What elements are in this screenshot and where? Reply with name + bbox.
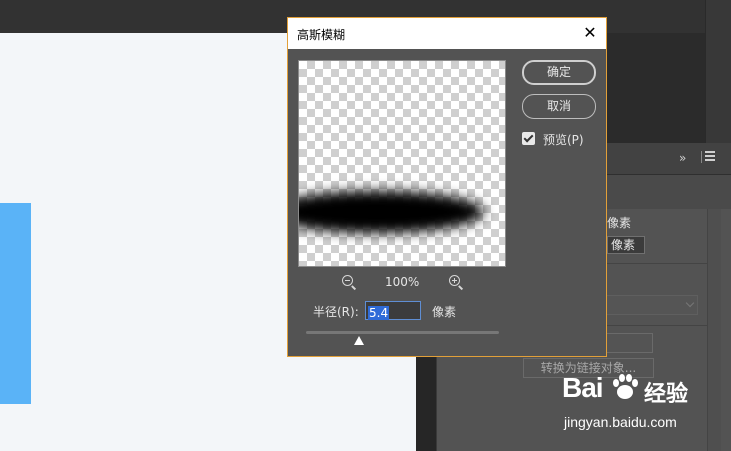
unit-label: 像素: [607, 216, 632, 230]
radius-value: 5.4: [368, 306, 390, 320]
zoom-controls: 100%: [298, 273, 506, 291]
collapse-panel-icon[interactable]: »: [679, 151, 686, 165]
watermark-url: jingyan.baidu.com: [564, 414, 677, 430]
paw-icon: [613, 374, 638, 399]
zoom-level: 100%: [385, 275, 420, 289]
dialog-titlebar[interactable]: 高斯模糊 ✕: [288, 18, 606, 49]
zoom-in-icon[interactable]: [449, 275, 464, 290]
watermark-logo: Bai: [562, 372, 604, 403]
properties-scrollbar[interactable]: [707, 209, 721, 451]
radius-input[interactable]: 5.4: [365, 301, 421, 320]
cancel-button[interactable]: 取消: [522, 94, 596, 119]
preview-checkbox[interactable]: [522, 132, 535, 145]
right-toolbar-strip: [705, 0, 731, 143]
unit-field[interactable]: 像素: [607, 236, 645, 254]
ok-button[interactable]: 确定: [522, 60, 596, 85]
dialog-title: 高斯模糊: [297, 28, 346, 42]
radius-label: 半径(R):: [313, 305, 359, 319]
radius-slider-handle[interactable]: [354, 336, 364, 345]
zoom-out-icon[interactable]: [342, 275, 357, 290]
radius-slider-track[interactable]: [306, 331, 499, 334]
blend-mode-select[interactable]: [605, 295, 698, 315]
panel-menu-icon[interactable]: [701, 151, 715, 163]
radius-unit: 像素: [432, 305, 457, 319]
canvas-blue-rectangle[interactable]: [0, 203, 31, 404]
preview-checkbox-label[interactable]: 预览(P): [543, 131, 584, 148]
gaussian-blur-dialog: 高斯模糊 ✕ 100% 半径(R): 5.4 像素 确定 取消 预览(P): [287, 17, 607, 357]
watermark-suffix: 经验: [644, 382, 689, 407]
baidu-jingyan-watermark: Bai 经验 jingyan.baidu.com: [562, 372, 702, 432]
close-icon[interactable]: ✕: [574, 18, 606, 49]
chevron-down-icon: [685, 298, 695, 308]
blur-preview-area[interactable]: [298, 60, 506, 267]
preview-blurred-shape: [299, 191, 484, 233]
